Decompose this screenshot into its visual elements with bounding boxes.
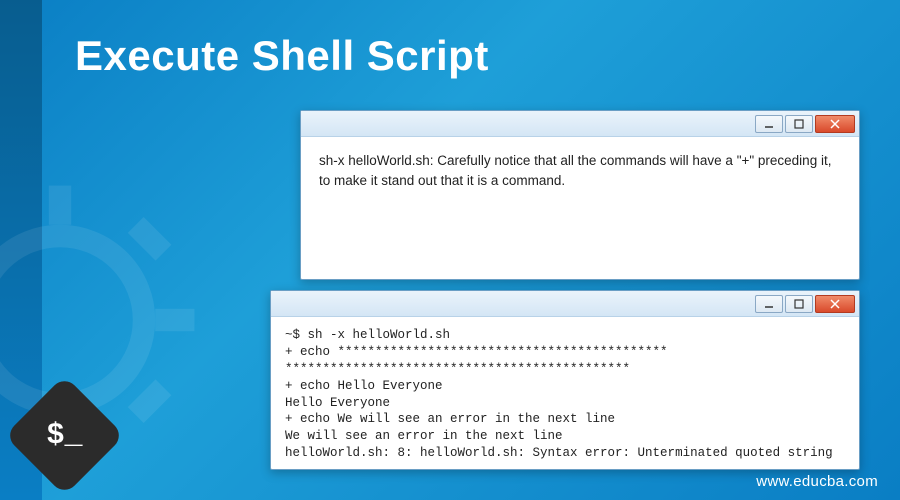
bash-shell-icon: $_ — [22, 393, 107, 478]
window-titlebar — [301, 111, 859, 137]
footer-url: www.educba.com — [756, 473, 878, 490]
minimize-button[interactable] — [755, 295, 783, 313]
description-window: sh-x helloWorld.sh: Carefully notice tha… — [300, 110, 860, 280]
terminal-window: ~$ sh -x helloWorld.sh + echo **********… — [270, 290, 860, 470]
bash-icon-glyph: $_ — [22, 393, 107, 478]
close-button[interactable] — [815, 115, 855, 133]
description-window-body: sh-x helloWorld.sh: Carefully notice tha… — [301, 137, 859, 206]
page-title: Execute Shell Script — [75, 32, 489, 80]
minimize-button[interactable] — [755, 115, 783, 133]
terminal-output: ~$ sh -x helloWorld.sh + echo **********… — [271, 317, 859, 472]
maximize-button[interactable] — [785, 295, 813, 313]
window-titlebar — [271, 291, 859, 317]
close-button[interactable] — [815, 295, 855, 313]
maximize-button[interactable] — [785, 115, 813, 133]
